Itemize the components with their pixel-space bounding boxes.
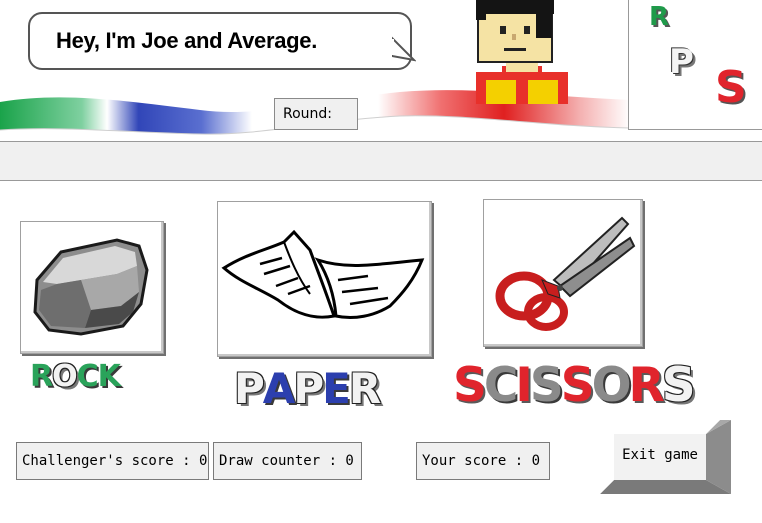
scissors-label: SCISSORS [453, 358, 696, 413]
challenger-score: Challenger's score : 0 [16, 442, 209, 480]
challenger-score-text: Challenger's score : 0 [22, 453, 208, 469]
paper-icon [221, 229, 425, 320]
logo-letter-r: R [649, 2, 670, 32]
scissors-letter: S [453, 358, 487, 413]
rock-letter: C [76, 359, 99, 394]
opponent-avatar [476, 0, 568, 104]
rock-letter: K [97, 359, 121, 394]
paper-letter: P [234, 364, 265, 413]
scissors-icon [495, 216, 636, 331]
status-bar [0, 141, 762, 181]
speech-bubble: Hey, I'm Joe and Average. [28, 12, 412, 70]
rock-button[interactable] [20, 221, 164, 354]
scissors-button[interactable] [483, 199, 643, 347]
scissors-letter: I [515, 358, 532, 413]
game-header: Hey, I'm Joe and Average. Round: R P S [0, 0, 762, 140]
exit-game-button[interactable]: Exit game [614, 434, 706, 476]
round-label: Round: [283, 106, 333, 122]
paper-letter: R [348, 364, 381, 413]
paper-label: PAPER [234, 364, 381, 413]
speech-bubble-tail [392, 36, 416, 62]
rps-logo: R P S [628, 0, 762, 130]
speech-text: Hey, I'm Joe and Average. [56, 28, 318, 53]
rock-letter: R [30, 359, 53, 394]
rock-icon [33, 238, 149, 336]
scissors-letter: O [591, 358, 632, 413]
exit-button-frame: Exit game [600, 420, 731, 494]
draw-counter: Draw counter : 0 [213, 442, 362, 480]
draw-counter-text: Draw counter : 0 [219, 453, 354, 469]
logo-letter-s: S [715, 62, 747, 113]
your-score-text: Your score : 0 [422, 453, 541, 469]
round-indicator: Round: [274, 98, 358, 130]
rock-label: ROCK [30, 359, 121, 394]
logo-letter-p: P [669, 42, 694, 82]
scissors-letter: C [483, 358, 518, 413]
scissors-letter: R [628, 358, 665, 413]
paper-button[interactable] [217, 201, 432, 357]
paper-letter: E [322, 364, 351, 413]
scissors-letter: S [661, 358, 696, 413]
scissors-letter: S [560, 358, 595, 413]
paper-letter: P [293, 364, 324, 413]
your-score: Your score : 0 [416, 442, 550, 480]
scissors-letter: S [529, 358, 564, 413]
paper-letter: A [262, 364, 295, 413]
rock-letter: O [52, 359, 77, 394]
